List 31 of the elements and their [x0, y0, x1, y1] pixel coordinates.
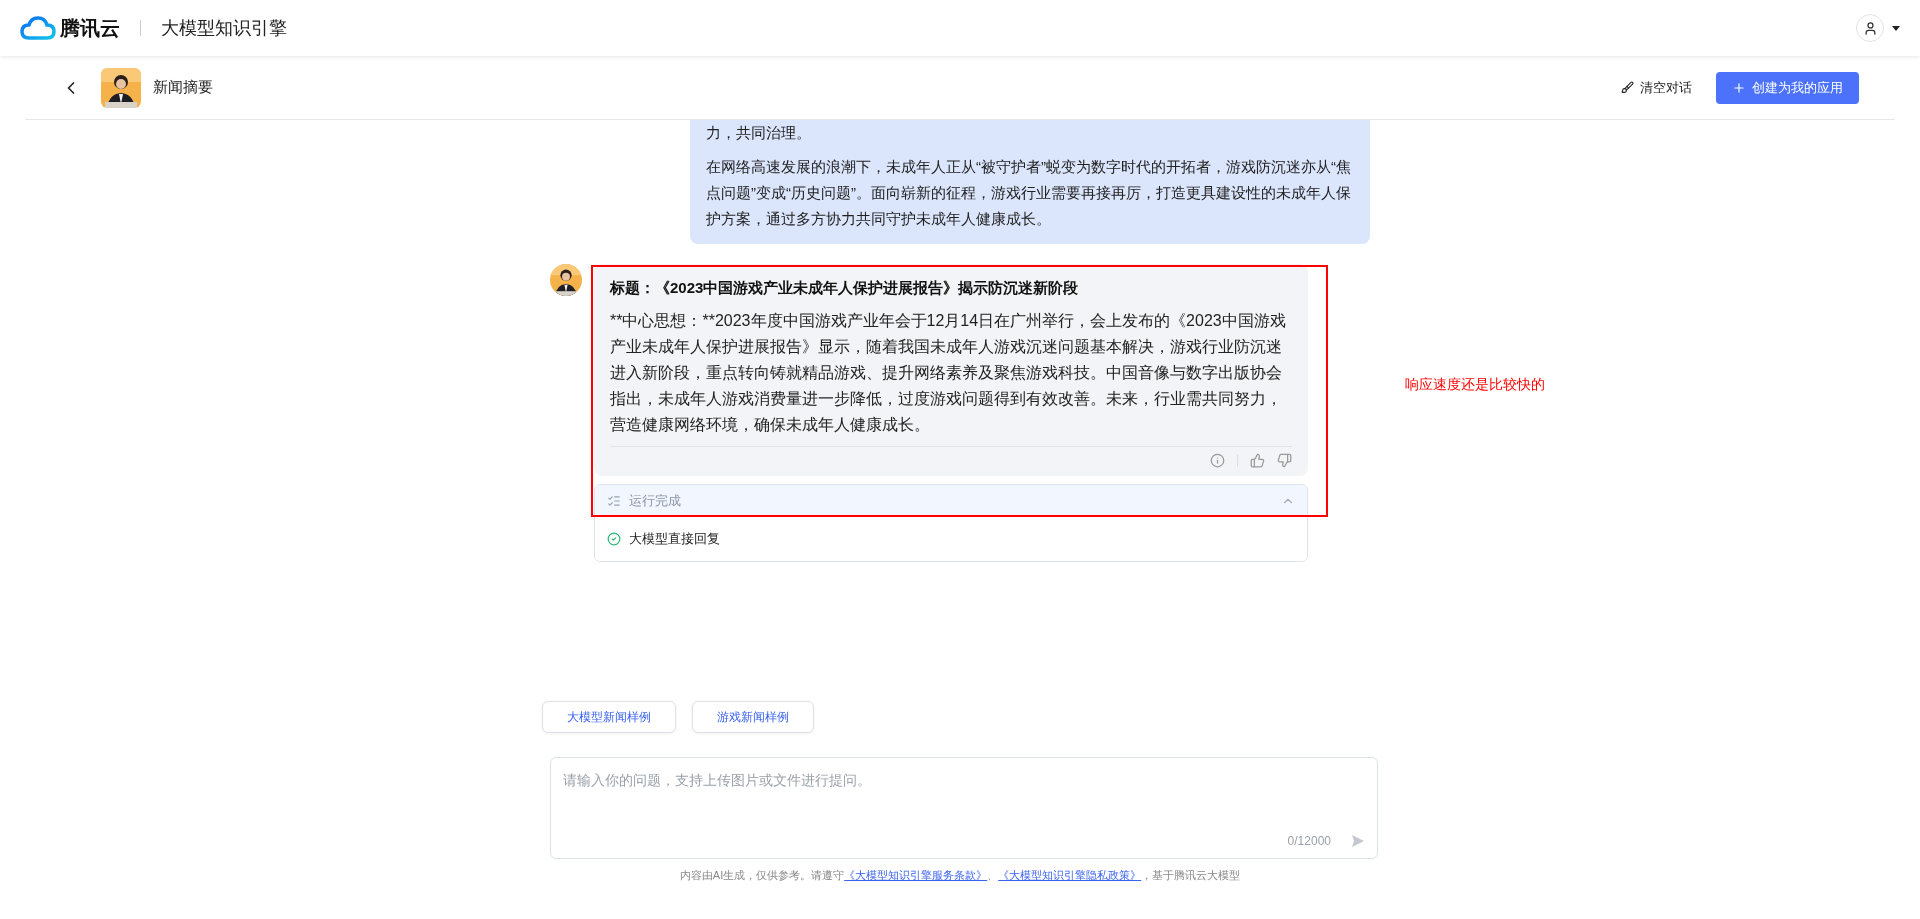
brush-icon: [1621, 81, 1634, 94]
user-icon: [1862, 20, 1878, 36]
cloud-logo-icon: [20, 16, 56, 40]
create-app-button[interactable]: 创建为我的应用: [1716, 71, 1859, 104]
run-status-header[interactable]: 运行完成: [595, 485, 1307, 517]
annotation-note: 响应速度还是比较快的: [1405, 375, 1545, 394]
plus-icon: [1732, 80, 1746, 95]
question-input-field[interactable]: 请输入你的问题，支持上传图片或文件进行提问。: [563, 769, 1365, 832]
info-icon[interactable]: [1210, 453, 1225, 468]
message-paragraph: 在网络高速发展的浪潮下，未成年人正从“被守护者”蜕变为数字时代的开拓者，游戏防沉迷亦从“焦点问题”变成“历史问题”。面向崭新的征程，游戏行业需要再接再厉，打造更具建设性的未成年人保护方案，通过多方协力共同守护未成年人健康成长。: [706, 157, 1352, 229]
checklist-icon: [607, 494, 621, 508]
send-icon[interactable]: [1351, 833, 1365, 848]
message-paragraph: 力，共同治理。: [706, 123, 812, 143]
terms-link[interactable]: 《大模型知识引擎服务条款》: [844, 868, 988, 881]
question-input-box[interactable]: 请输入你的问题，支持上传图片或文件进行提问。 0/12000: [550, 756, 1378, 859]
brand-name: 腾讯云: [60, 16, 120, 41]
answer-text: **中心思想：**2023年度中国游戏产业年会于12月14日在广州举行，会上发布的《2023中国游戏产业未成年人保护进展报告》显示，随着我国未成年人游戏沉迷问题基本解决，游戏行业防沉迷进入新阶段，重点转向铸就精品游戏、提升网络素养及聚焦游戏科技。中国音像与数字出版协会指出，未成年人游戏消费量进一步降低，过度游戏问题得到有效改善。未来，行业需共同努力，营造健康网络环境，确保未成年人健康成长。: [610, 311, 1287, 435]
answer-title: 标题：《2023中国游戏产业未成年人保护进展报告》揭示防沉迷新阶段: [610, 278, 1080, 298]
sample-prompt-button[interactable]: 游戏新闻样例: [692, 700, 814, 733]
thumbs-down-icon[interactable]: [1277, 453, 1292, 468]
clear-chat-button[interactable]: 清空对话: [1621, 77, 1692, 98]
product-name: 大模型知识引擎: [161, 16, 287, 40]
thumbs-up-icon[interactable]: [1250, 453, 1265, 468]
privacy-link[interactable]: 《大模型知识引擎隐私政策》: [998, 868, 1142, 881]
character-counter: 0/12000: [1287, 832, 1331, 850]
app-title: 新闻摘要: [153, 77, 213, 98]
footer-disclaimer: 内容由AI生成，仅供参考。请遵守《大模型知识引擎服务条款》、《大模型知识引擎隐私政策》，基于腾讯云大模型: [678, 867, 1242, 883]
run-status-label: 运行完成: [629, 492, 681, 511]
step-label: 大模型直接回复: [629, 530, 720, 548]
dropdown-triangle-icon[interactable]: [1892, 25, 1900, 31]
sample-prompt-button[interactable]: 大模型新闻样例: [542, 700, 676, 733]
